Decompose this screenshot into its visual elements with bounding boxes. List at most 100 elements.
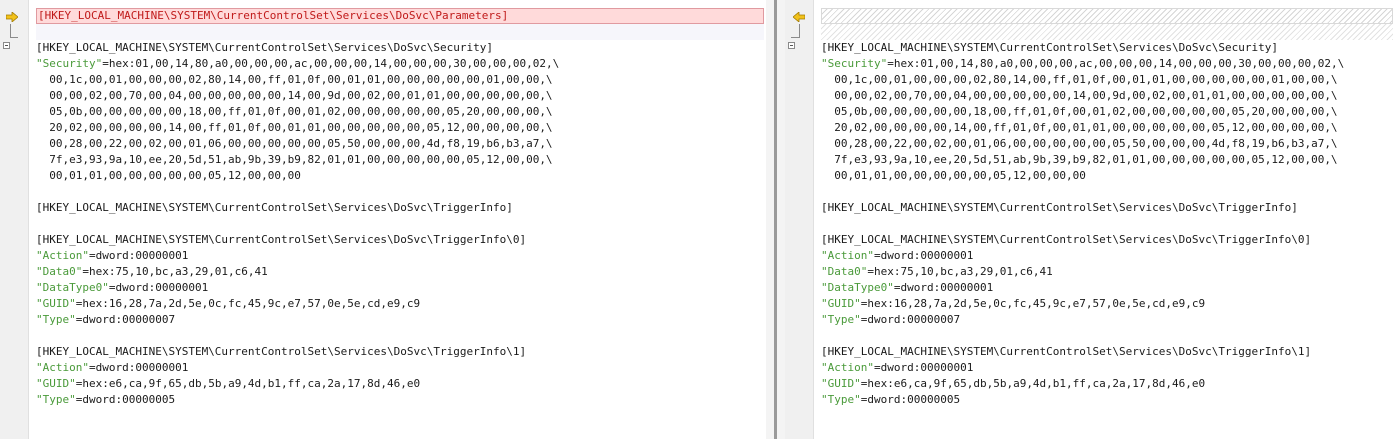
diff-connector-line [799, 24, 800, 38]
value-name: "DataType0" [36, 281, 109, 294]
pane-splitter[interactable] [766, 0, 785, 439]
registry-value-line: "Action"=dword:00000001 [36, 248, 764, 264]
diff-connector-line [10, 24, 11, 38]
hex-continuation-line: 00,01,01,00,00,00,00,00,05,12,00,00,00 [821, 169, 1086, 182]
registry-value-line: "Action"=dword:00000001 [821, 248, 1393, 264]
hex-continuation-line: 00,1c,00,01,00,00,00,02,80,14,00,ff,01,0… [821, 73, 1338, 86]
registry-key-line: [HKEY_LOCAL_MACHINE\SYSTEM\CurrentContro… [821, 345, 1312, 358]
value-name: "Type" [821, 313, 861, 326]
registry-value-line: "DataType0"=dword:00000001 [36, 280, 764, 296]
value-data: =dword:00000001 [873, 249, 974, 262]
value-data: =hex:01,00,14,80,a0,00,00,00,ac,00,00,00… [887, 57, 1345, 70]
registry-value-line: "Type"=dword:00000005 [821, 392, 1393, 408]
value-name: "Data0" [821, 265, 868, 278]
value-data: =hex:16,28,7a,2d,5e,0c,fc,45,9c,e7,57,0e… [860, 297, 1206, 310]
value-data: =dword:00000007 [860, 313, 961, 326]
value-data: =dword:00000001 [893, 281, 994, 294]
value-name: "Action" [821, 249, 874, 262]
value-name: "Data0" [36, 265, 83, 278]
diff-connector-tick [791, 37, 799, 38]
registry-key-line: [HKEY_LOCAL_MACHINE\SYSTEM\CurrentContro… [36, 233, 527, 246]
hex-continuation-line: 7f,e3,93,9a,10,ee,20,5d,51,ab,9b,39,b9,8… [36, 153, 553, 166]
right-file-pane[interactable]: [HKEY_LOCAL_MACHINE\SYSTEM\CurrentContro… [821, 8, 1393, 408]
value-data: =hex:75,10,bc,a3,29,01,c6,41 [82, 265, 268, 278]
registry-key-line: [HKEY_LOCAL_MACHINE\SYSTEM\CurrentContro… [36, 201, 513, 214]
hex-continuation-line: 05,0b,00,00,00,00,00,18,00,ff,01,0f,00,0… [821, 105, 1338, 118]
blank-line [36, 24, 764, 40]
hex-continuation-line: 00,00,02,00,70,00,04,00,00,00,00,00,14,0… [821, 89, 1338, 102]
diff-arrow-left-icon[interactable] [793, 12, 805, 22]
value-data: =dword:00000001 [108, 281, 209, 294]
value-name: "GUID" [821, 297, 861, 310]
registry-value-line: "GUID"=hex:16,28,7a,2d,5e,0c,fc,45,9c,e7… [36, 296, 764, 312]
value-data: =hex:e6,ca,9f,65,db,5b,a9,4d,b1,ff,ca,2a… [75, 377, 421, 390]
collapse-icon[interactable] [3, 42, 10, 49]
hex-continuation-line: 7f,e3,93,9a,10,ee,20,5d,51,ab,9b,39,b9,8… [821, 153, 1338, 166]
registry-key-line: [HKEY_LOCAL_MACHINE\SYSTEM\CurrentContro… [36, 345, 527, 358]
value-data: =dword:00000001 [88, 361, 189, 374]
value-name: "Type" [821, 393, 861, 406]
registry-value-line: "GUID"=hex:16,28,7a,2d,5e,0c,fc,45,9c,e7… [821, 296, 1393, 312]
registry-value-line: "DataType0"=dword:00000001 [821, 280, 1393, 296]
registry-value-line: "Type"=dword:00000007 [821, 312, 1393, 328]
blank-line [821, 24, 1393, 40]
hex-continuation-line: 00,28,00,22,00,02,00,01,06,00,00,00,00,0… [36, 137, 553, 150]
value-data: =dword:00000007 [75, 313, 176, 326]
registry-value-line: "Data0"=hex:75,10,bc,a3,29,01,c6,41 [36, 264, 764, 280]
registry-value-line: "Type"=dword:00000005 [36, 392, 764, 408]
value-name: "Type" [36, 393, 76, 406]
hex-continuation-line: 00,00,02,00,70,00,04,00,00,00,00,00,14,0… [36, 89, 553, 102]
value-data: =hex:01,00,14,80,a0,00,00,00,ac,00,00,00… [102, 57, 560, 70]
registry-value-line: "Security"=hex:01,00,14,80,a0,00,00,00,a… [821, 56, 1393, 72]
value-name: "GUID" [821, 377, 861, 390]
registry-value-line: "Type"=dword:00000007 [36, 312, 764, 328]
diff-arrow-right-icon[interactable] [6, 12, 18, 22]
value-name: "GUID" [36, 377, 76, 390]
value-name: "DataType0" [821, 281, 894, 294]
registry-value-line: "GUID"=hex:e6,ca,9f,65,db,5b,a9,4d,b1,ff… [821, 376, 1393, 392]
registry-key-line: [HKEY_LOCAL_MACHINE\SYSTEM\CurrentContro… [821, 233, 1312, 246]
hex-continuation-line: 20,02,00,00,00,00,14,00,ff,01,0f,00,01,0… [821, 121, 1338, 134]
left-file-pane[interactable]: [HKEY_LOCAL_MACHINE\SYSTEM\CurrentContro… [36, 8, 764, 408]
value-data: =dword:00000005 [75, 393, 176, 406]
value-data: =hex:16,28,7a,2d,5e,0c,fc,45,9c,e7,57,0e… [75, 297, 421, 310]
value-name: "Security" [821, 57, 888, 70]
left-lines: [HKEY_LOCAL_MACHINE\SYSTEM\CurrentContro… [36, 24, 764, 408]
removed-line: [HKEY_LOCAL_MACHINE\SYSTEM\CurrentContro… [36, 8, 764, 24]
value-name: "Action" [36, 361, 89, 374]
diff-connector-tick [10, 37, 18, 38]
collapse-icon[interactable] [788, 42, 795, 49]
splitter-handle[interactable] [774, 0, 777, 439]
value-data: =hex:75,10,bc,a3,29,01,c6,41 [867, 265, 1053, 278]
value-data: =hex:e6,ca,9f,65,db,5b,a9,4d,b1,ff,ca,2a… [860, 377, 1206, 390]
hex-continuation-line: 00,01,01,00,00,00,00,00,05,12,00,00,00 [36, 169, 301, 182]
registry-value-line: "Action"=dword:00000001 [821, 360, 1393, 376]
registry-key-line: [HKEY_LOCAL_MACHINE\SYSTEM\CurrentContro… [821, 201, 1298, 214]
value-data: =dword:00000005 [860, 393, 961, 406]
registry-key-line: [HKEY_LOCAL_MACHINE\SYSTEM\CurrentContro… [821, 41, 1278, 54]
value-name: "Security" [36, 57, 103, 70]
hex-continuation-line: 00,1c,00,01,00,00,00,02,80,14,00,ff,01,0… [36, 73, 553, 86]
missing-line-placeholder [821, 8, 1393, 24]
value-data: =dword:00000001 [88, 249, 189, 262]
value-data: =dword:00000001 [873, 361, 974, 374]
registry-key-line: [HKEY_LOCAL_MACHINE\SYSTEM\CurrentContro… [36, 41, 493, 54]
registry-value-line: "Security"=hex:01,00,14,80,a0,00,00,00,a… [36, 56, 764, 72]
registry-value-line: "GUID"=hex:e6,ca,9f,65,db,5b,a9,4d,b1,ff… [36, 376, 764, 392]
right-gutter [785, 0, 814, 439]
hex-continuation-line: 20,02,00,00,00,00,14,00,ff,01,0f,00,01,0… [36, 121, 553, 134]
hex-continuation-line: 00,28,00,22,00,02,00,01,06,00,00,00,00,0… [821, 137, 1338, 150]
hex-continuation-line: 05,0b,00,00,00,00,00,18,00,ff,01,0f,00,0… [36, 105, 553, 118]
registry-value-line: "Data0"=hex:75,10,bc,a3,29,01,c6,41 [821, 264, 1393, 280]
value-name: "Action" [36, 249, 89, 262]
right-lines: [HKEY_LOCAL_MACHINE\SYSTEM\CurrentContro… [821, 24, 1393, 408]
registry-value-line: "Action"=dword:00000001 [36, 360, 764, 376]
left-gutter [0, 0, 29, 439]
value-name: "Action" [821, 361, 874, 374]
